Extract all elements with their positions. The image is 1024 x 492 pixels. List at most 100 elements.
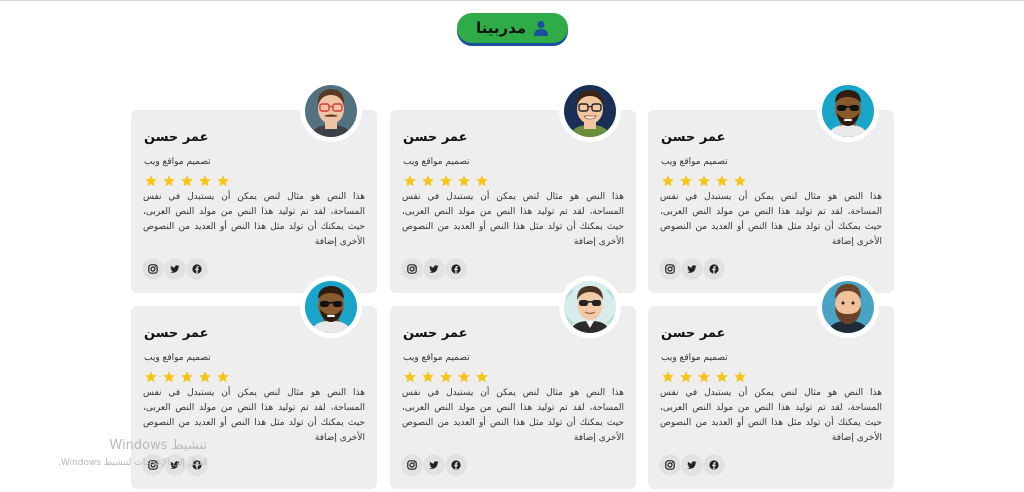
facebook-icon — [192, 264, 202, 274]
twitter-link[interactable] — [683, 260, 701, 278]
facebook-icon — [451, 264, 461, 274]
star-icon — [662, 175, 674, 187]
star-icon — [734, 371, 746, 383]
section-title-pill: مدربينا — [457, 13, 568, 43]
instagram-link[interactable] — [144, 260, 162, 278]
trainer-card: عمر حسن تصميم مواقع ويب هذا النص هو مثال… — [648, 80, 894, 293]
trainer-description: هذا النص هو مثال لنص يمكن أن يستبدل في ن… — [143, 388, 365, 443]
instagram-link[interactable] — [661, 456, 679, 474]
facebook-link[interactable] — [705, 260, 723, 278]
trainer-role: تصميم مواقع ويب — [661, 353, 728, 363]
star-icon — [662, 371, 674, 383]
trainer-description: هذا النص هو مثال لنص يمكن أن يستبدل في ن… — [402, 192, 624, 247]
star-rating — [661, 174, 747, 188]
star-icon — [440, 175, 452, 187]
star-rating — [403, 370, 489, 384]
star-icon — [145, 371, 157, 383]
twitter-icon — [687, 461, 697, 469]
star-icon — [163, 175, 175, 187]
star-icon — [716, 371, 728, 383]
star-icon — [404, 175, 416, 187]
windows-activation-watermark: تنشيط Windows انتقل إلى الإعدادات لتنشيط… — [52, 438, 207, 469]
social-links — [661, 260, 723, 278]
trainer-description: هذا النص هو مثال لنص يمكن أن يستبدل في ن… — [660, 388, 882, 443]
instagram-icon — [665, 264, 675, 274]
social-links — [403, 260, 465, 278]
star-icon — [217, 175, 229, 187]
trainer-name: عمر حسن — [661, 130, 726, 145]
twitter-icon — [170, 265, 180, 273]
trainer-description: هذا النص هو مثال لنص يمكن أن يستبدل في ن… — [143, 192, 365, 247]
star-icon — [698, 371, 710, 383]
facebook-link[interactable] — [447, 260, 465, 278]
instagram-link[interactable] — [403, 260, 421, 278]
star-icon — [458, 175, 470, 187]
instagram-link[interactable] — [403, 456, 421, 474]
twitter-link[interactable] — [425, 456, 443, 474]
twitter-link[interactable] — [166, 260, 184, 278]
twitter-link[interactable] — [683, 456, 701, 474]
trainer-role: تصميم مواقع ويب — [403, 353, 470, 363]
star-icon — [145, 175, 157, 187]
social-links — [403, 456, 465, 474]
star-icon — [163, 371, 175, 383]
trainer-card: عمر حسن تصميم مواقع ويب هذا النص هو مثال… — [390, 80, 636, 293]
star-icon — [422, 371, 434, 383]
star-icon — [422, 175, 434, 187]
facebook-link[interactable] — [447, 456, 465, 474]
facebook-icon — [451, 460, 461, 470]
instagram-icon — [407, 460, 417, 470]
section-title: مدربينا — [475, 19, 527, 37]
trainer-role: تصميم مواقع ويب — [144, 157, 211, 167]
trainer-role: تصميم مواقع ويب — [661, 157, 728, 167]
top-divider — [0, 0, 1024, 1]
watermark-title: تنشيط Windows — [109, 438, 207, 453]
star-rating — [144, 174, 230, 188]
star-icon — [680, 175, 692, 187]
twitter-icon — [687, 265, 697, 273]
trainer-card: عمر حسن تصميم مواقع ويب هذا النص هو مثال… — [131, 80, 377, 293]
watermark-subtitle: انتقل إلى الإعدادات لتنشيط Windows. — [57, 458, 207, 468]
trainer-name: عمر حسن — [403, 130, 468, 145]
twitter-link[interactable] — [425, 260, 443, 278]
star-icon — [404, 371, 416, 383]
instagram-icon — [407, 264, 417, 274]
twitter-icon — [429, 461, 439, 469]
star-rating — [144, 370, 230, 384]
trainer-name: عمر حسن — [403, 326, 468, 341]
user-icon — [534, 20, 549, 36]
twitter-icon — [429, 265, 439, 273]
trainer-card: عمر حسن تصميم مواقع ويب هذا النص هو مثال… — [390, 276, 636, 489]
social-links — [661, 456, 723, 474]
trainer-name: عمر حسن — [144, 130, 209, 145]
trainer-name: عمر حسن — [144, 326, 209, 341]
trainer-card: عمر حسن تصميم مواقع ويب هذا النص هو مثال… — [648, 276, 894, 489]
instagram-icon — [148, 264, 158, 274]
star-icon — [440, 371, 452, 383]
trainer-name: عمر حسن — [661, 326, 726, 341]
facebook-icon — [709, 264, 719, 274]
star-icon — [476, 371, 488, 383]
trainer-description: هذا النص هو مثال لنص يمكن أن يستبدل في ن… — [402, 388, 624, 443]
facebook-icon — [709, 460, 719, 470]
star-icon — [698, 175, 710, 187]
trainer-role: تصميم مواقع ويب — [144, 353, 211, 363]
star-rating — [403, 174, 489, 188]
star-icon — [217, 371, 229, 383]
star-icon — [734, 175, 746, 187]
star-icon — [199, 371, 211, 383]
trainer-role: تصميم مواقع ويب — [403, 157, 470, 167]
star-rating — [661, 370, 747, 384]
instagram-icon — [665, 460, 675, 470]
star-icon — [181, 371, 193, 383]
trainer-description: هذا النص هو مثال لنص يمكن أن يستبدل في ن… — [660, 192, 882, 247]
star-icon — [458, 371, 470, 383]
instagram-link[interactable] — [661, 260, 679, 278]
facebook-link[interactable] — [188, 260, 206, 278]
star-icon — [716, 175, 728, 187]
star-icon — [476, 175, 488, 187]
star-icon — [181, 175, 193, 187]
social-links — [144, 260, 206, 278]
star-icon — [199, 175, 211, 187]
facebook-link[interactable] — [705, 456, 723, 474]
